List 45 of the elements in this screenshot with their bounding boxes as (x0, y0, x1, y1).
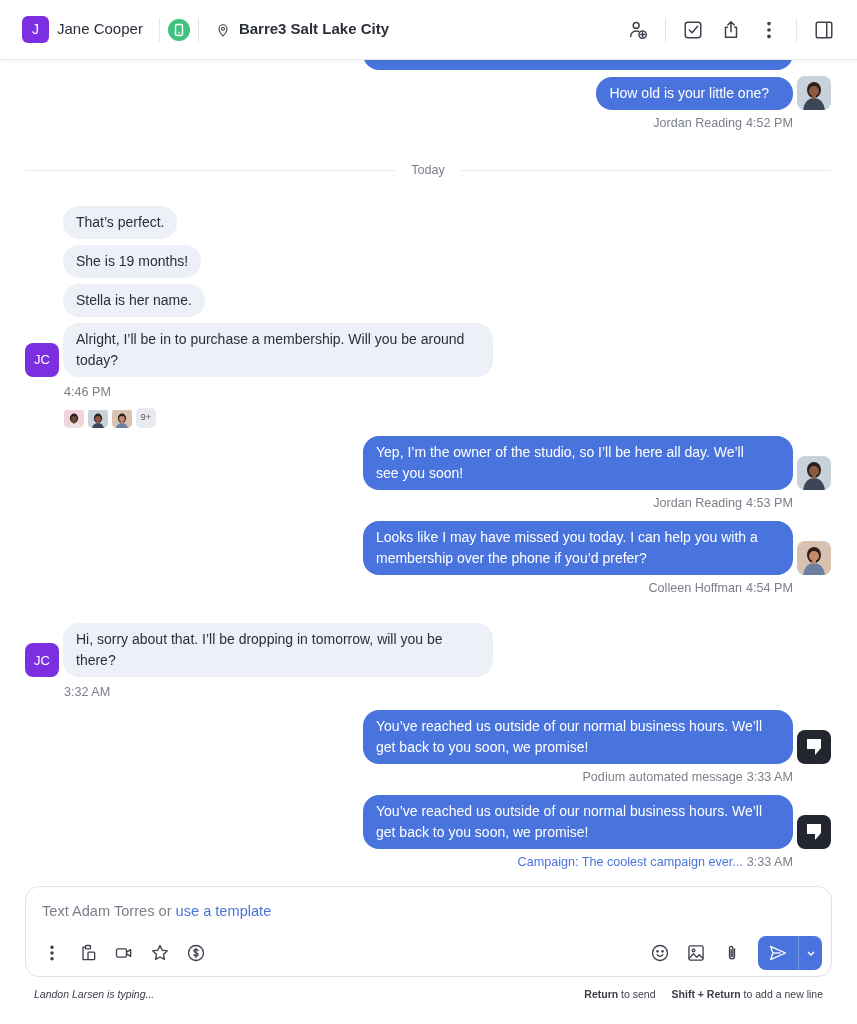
message-time: 4:46 PM (64, 383, 112, 401)
message-composer[interactable]: Text Adam Torres or use a template (25, 886, 832, 977)
message-time: 4:52 PM (746, 115, 793, 132)
speech-icon (806, 738, 822, 757)
message-bubble: Looks like I may have missed you today. I can help you with a membership over the phone if you’d prefer? (363, 520, 793, 575)
sender-name: Jordan Reading (653, 494, 743, 512)
message-time: 4:53 PM (746, 494, 793, 512)
keyboard-hint: Shift + Return to add a new line (671, 987, 823, 1002)
more-readers-count[interactable]: 9+ (136, 407, 156, 428)
location-name[interactable]: Barre3 Salt Lake City (238, 18, 389, 41)
sender-name: Podium automated message (582, 769, 743, 787)
send-icon (768, 943, 788, 963)
composer-placeholder: Text Adam Torres or (42, 903, 173, 919)
keyboard-hint: Return to send (584, 987, 656, 1002)
dollar-icon[interactable] (186, 943, 206, 963)
contact-avatar: JC (25, 643, 59, 678)
typing-indicator: Landon Larsen is typing... (34, 987, 155, 1002)
speech-icon (806, 823, 822, 842)
message-bubble: How old is your little one? (596, 77, 793, 110)
message-bubble: Yep, I’m the owner of the studio, so I’ll be here all day. We’ll see you soon! (363, 435, 793, 490)
date-divider-label: Today (411, 161, 445, 179)
side-panel-icon[interactable] (813, 18, 835, 41)
star-icon[interactable] (150, 943, 170, 963)
checkbox-icon[interactable] (682, 18, 704, 41)
send-button[interactable] (758, 936, 822, 970)
contact-avatar: J (22, 16, 49, 43)
sender-name: Colleen Hoffman (648, 579, 743, 597)
template-link[interactable]: use a template (175, 903, 272, 919)
message-bubble: You’ve reached us outside of our normal business hours. We’ll get back to you soon, we promise! (363, 795, 793, 850)
message-time: 3:33 AM (746, 854, 793, 872)
contact-avatar: JC (25, 342, 59, 377)
message-bubble: Hi, sorry about that. I’ll be dropping in tomorrow, will you be there? (63, 623, 493, 678)
message-time: 3:32 AM (64, 684, 112, 702)
emoji-icon[interactable] (650, 943, 670, 963)
message-bubble: That’s perfect. (63, 205, 178, 239)
image-icon[interactable] (686, 943, 706, 963)
message-time: 3:33 AM (746, 769, 793, 787)
campaign-link[interactable]: Campaign: The coolest campaign ever... (517, 853, 743, 873)
contact-name[interactable]: Jane Cooper (57, 18, 143, 41)
message-time: 4:54 PM (746, 579, 793, 597)
message-bubble: Alright, I’ll be in to purchase a membership. Will you be around today? (63, 322, 493, 377)
sender-name: Jordan Reading (653, 115, 743, 132)
message-bubble: She is 19 months! (63, 244, 202, 278)
message-bubble: Stella is her name. (63, 283, 205, 317)
message-bubble: You’ve reached us outside of our normal business hours. We’ll get back to you soon, we promise! (363, 710, 793, 765)
